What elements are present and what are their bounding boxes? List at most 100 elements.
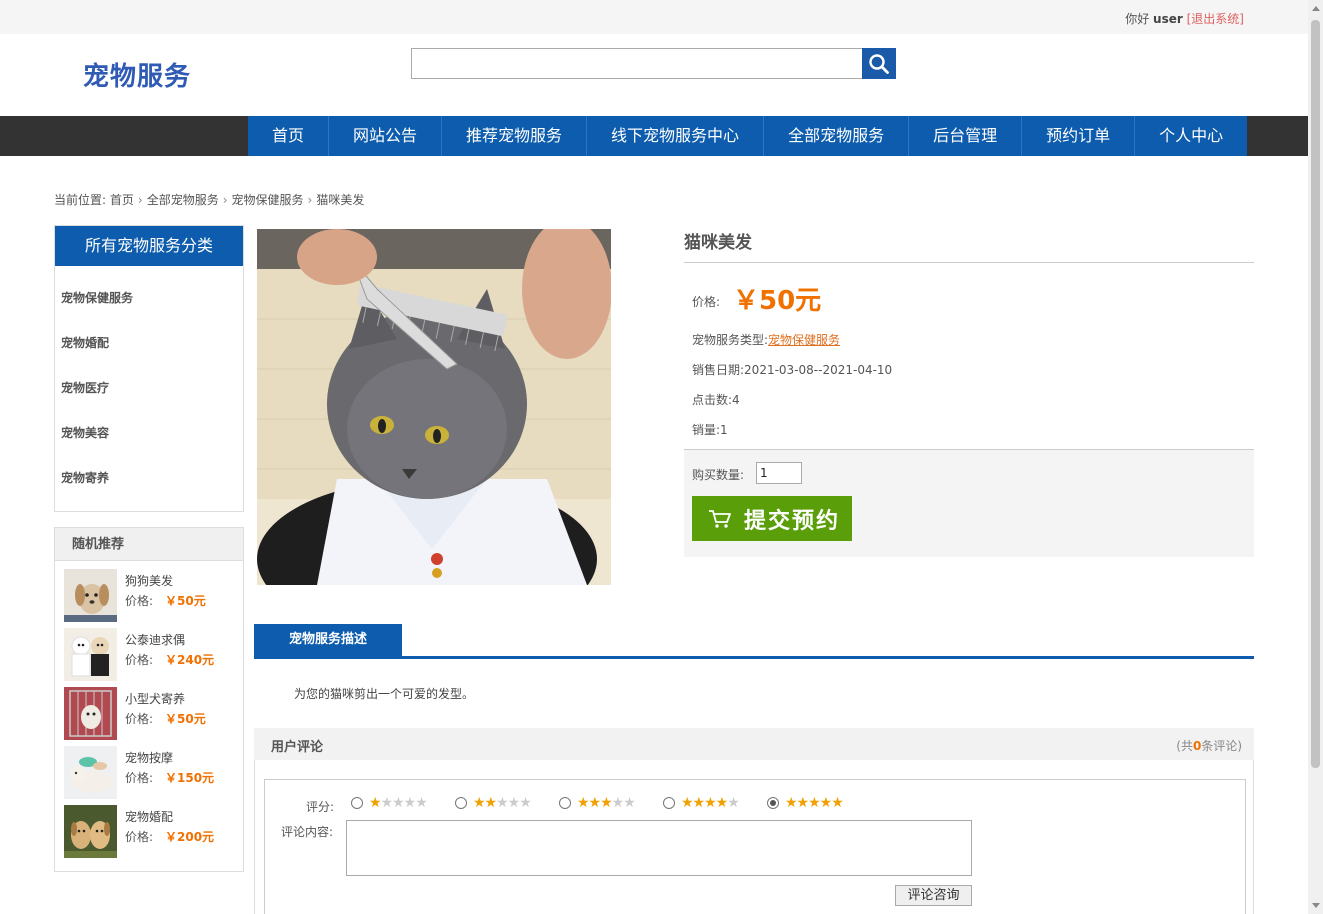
category-panel-title: 所有宠物服务分类 <box>55 226 243 266</box>
star-rating-icon: ★★★★★ <box>577 795 636 811</box>
comments-count: (共0条评论) <box>1176 737 1242 754</box>
category-item[interactable]: 宠物医疗 <box>55 378 243 423</box>
service-type-link[interactable]: 宠物保健服务 <box>768 333 840 347</box>
sales-label: 销量: <box>692 423 721 437</box>
rating-radio[interactable] <box>559 797 571 809</box>
nav-announcements[interactable]: 网站公告 <box>329 116 443 156</box>
recommend-name[interactable]: 狗狗美发 <box>125 572 173 589</box>
recommend-price-label: 价格: <box>125 771 154 785</box>
rating-radio[interactable] <box>351 797 363 809</box>
vertical-scrollbar[interactable] <box>1308 0 1323 914</box>
category-item[interactable]: 宠物美容 <box>55 423 243 468</box>
list-item[interactable]: 公泰迪求偶 价格: ￥240元 <box>55 620 243 681</box>
service-type-row: 宠物服务类型:宠物保健服务 <box>692 331 840 348</box>
chevron-right-icon: › <box>222 193 228 207</box>
recommend-name[interactable]: 小型犬寄养 <box>125 690 185 707</box>
rating-option-4[interactable]: ★★★★★ <box>663 795 740 811</box>
clicks-row: 点击数:4 <box>692 391 740 408</box>
tab-description[interactable]: 宠物服务描述 <box>254 624 402 656</box>
recommend-price: ￥200元 <box>165 830 215 844</box>
list-item[interactable]: 小型犬寄养 价格: ￥50元 <box>55 679 243 740</box>
search-input[interactable] <box>411 48 863 79</box>
rating-option-2[interactable]: ★★★★★ <box>455 795 532 811</box>
quantity-input[interactable]: 1 <box>756 462 802 484</box>
list-item[interactable]: 狗狗美发 价格: ￥50元 <box>55 561 243 622</box>
poodle-couple-thumbnail[interactable] <box>64 628 117 681</box>
rating-radio[interactable] <box>455 797 467 809</box>
random-recommend-panel: 随机推荐 狗狗美发 价格: ￥50元 公泰迪求偶 价格: ￥240元 小型犬寄养… <box>54 527 244 872</box>
nav-orders[interactable]: 预约订单 <box>1022 116 1136 156</box>
breadcrumb-prefix: 当前位置: <box>54 193 107 207</box>
recommend-name[interactable]: 宠物按摩 <box>125 749 173 766</box>
rating-radio-selected[interactable] <box>767 797 779 809</box>
scrollbar-thumb[interactable] <box>1311 20 1320 768</box>
search-button[interactable] <box>862 48 896 79</box>
star-rating-icon: ★★★★★ <box>473 795 532 811</box>
random-recommend-title: 随机推荐 <box>55 528 243 561</box>
search-icon <box>869 53 889 74</box>
comment-form: 评分: ★★★★★ ★★★★★ ★★★★★ ★★★★★ ★★★★★ 评论内容: … <box>264 779 1246 914</box>
rating-label: 评分: <box>306 800 335 814</box>
scroll-up-icon[interactable] <box>1312 6 1320 11</box>
rating-option-3[interactable]: ★★★★★ <box>559 795 636 811</box>
star-rating-icon: ★★★★★ <box>681 795 740 811</box>
comment-content-label: 评论内容: <box>281 825 334 839</box>
pet-matching-thumbnail[interactable] <box>64 805 117 858</box>
star-rating-icon: ★★★★★ <box>785 795 844 811</box>
recommend-price: ￥150元 <box>165 771 215 785</box>
nav-all-services[interactable]: 全部宠物服务 <box>764 116 910 156</box>
logout-link[interactable]: [退出系统] <box>1187 12 1244 26</box>
recommend-name[interactable]: 公泰迪求偶 <box>125 631 185 648</box>
sale-date-row: 销售日期:2021-03-08--2021-04-10 <box>692 361 892 378</box>
pet-massage-thumbnail[interactable] <box>64 746 117 799</box>
nav-home[interactable]: 首页 <box>248 116 330 156</box>
site-logo[interactable]: 宠物服务 <box>83 56 191 93</box>
rating-option-5[interactable]: ★★★★★ <box>767 795 844 811</box>
nav-offline-centers[interactable]: 线下宠物服务中心 <box>587 116 765 156</box>
breadcrumb-home[interactable]: 首页 <box>110 193 134 207</box>
small-dog-boarding-thumbnail[interactable] <box>64 687 117 740</box>
nav-profile[interactable]: 个人中心 <box>1135 116 1247 156</box>
category-item[interactable]: 宠物寄养 <box>55 468 243 513</box>
rating-radio[interactable] <box>663 797 675 809</box>
nav-recommended[interactable]: 推荐宠物服务 <box>442 116 588 156</box>
comment-textarea[interactable] <box>346 820 972 876</box>
recommend-name[interactable]: 宠物婚配 <box>125 808 173 825</box>
recommend-price-label: 价格: <box>125 594 154 608</box>
product-image <box>257 229 611 585</box>
category-item[interactable]: 宠物婚配 <box>55 333 243 378</box>
title-divider <box>684 262 1254 263</box>
description-tab-underline <box>254 656 1254 659</box>
sale-date-label: 销售日期: <box>692 363 745 377</box>
comments-header: 用户评论 (共0条评论) <box>254 728 1254 760</box>
rating-option-1[interactable]: ★★★★★ <box>351 795 428 811</box>
dog-grooming-thumbnail[interactable] <box>64 569 117 622</box>
submit-booking-label: 提交预约 <box>744 508 841 534</box>
chevron-right-icon: › <box>307 193 313 207</box>
main-nav: 首页 网站公告 推荐宠物服务 线下宠物服务中心 全部宠物服务 后台管理 预约订单… <box>248 116 1248 156</box>
scroll-down-icon[interactable] <box>1312 903 1320 908</box>
breadcrumb-all-services[interactable]: 全部宠物服务 <box>147 193 219 207</box>
breadcrumb-category[interactable]: 宠物保健服务 <box>232 193 304 207</box>
list-item[interactable]: 宠物婚配 价格: ￥200元 <box>55 797 243 858</box>
top-bar: 你好 user [退出系统] <box>0 0 1308 34</box>
clicks-value: 4 <box>732 393 740 407</box>
submit-booking-button[interactable]: 提交预约 <box>692 496 852 541</box>
nav-admin[interactable]: 后台管理 <box>909 116 1023 156</box>
category-panel: 所有宠物服务分类 宠物保健服务 宠物婚配 宠物医疗 宠物美容 宠物寄养 <box>54 225 244 512</box>
purchase-panel: 购买数量: 1 提交预约 <box>684 449 1254 557</box>
clicks-label: 点击数: <box>692 393 733 407</box>
service-type-label: 宠物服务类型: <box>692 333 769 347</box>
recommend-price: ￥240元 <box>165 653 215 667</box>
comment-form-container: 评分: ★★★★★ ★★★★★ ★★★★★ ★★★★★ ★★★★★ 评论内容: … <box>254 760 1254 914</box>
submit-comment-button[interactable]: 评论咨询 <box>895 885 972 906</box>
description-text: 为您的猫咪剪出一个可爱的发型。 <box>294 687 475 701</box>
list-item[interactable]: 宠物按摩 价格: ￥150元 <box>55 738 243 799</box>
price-label: 价格: <box>692 295 721 309</box>
star-rating-icon: ★★★★★ <box>369 795 428 811</box>
recommend-price-label: 价格: <box>125 653 154 667</box>
recommend-price: ￥50元 <box>165 712 206 726</box>
category-item[interactable]: 宠物保健服务 <box>55 288 243 333</box>
product-price: ￥50元 <box>733 286 822 316</box>
username: user <box>1153 12 1183 26</box>
